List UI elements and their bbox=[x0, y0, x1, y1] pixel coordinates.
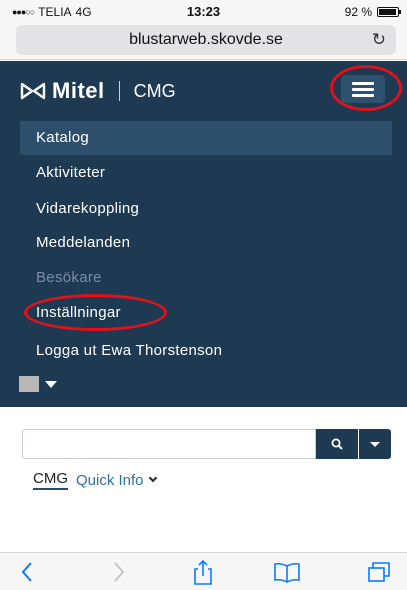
status-bar: ●●●○○ TELIA 4G 13:23 92 % bbox=[0, 0, 407, 22]
hamburger-icon bbox=[352, 82, 374, 85]
search-button[interactable] bbox=[316, 429, 358, 459]
reload-icon[interactable]: ↻ bbox=[372, 30, 386, 50]
nav-item-besokare: Besökare bbox=[36, 269, 102, 286]
flag-icon bbox=[19, 376, 39, 392]
nav-menu: Katalog Aktiviteter Vidarekoppling Medde… bbox=[0, 119, 407, 407]
search-icon bbox=[331, 438, 343, 450]
tabs-icon[interactable] bbox=[366, 559, 392, 585]
nav-item-logout[interactable]: Logga ut Ewa Thorstenson bbox=[20, 334, 392, 368]
mitel-logo: Mitel CMG bbox=[20, 78, 176, 104]
search-input[interactable] bbox=[22, 429, 316, 459]
menu-toggle-button[interactable] bbox=[341, 75, 385, 103]
forward-icon[interactable] bbox=[106, 559, 132, 585]
logo-text: Mitel bbox=[52, 78, 105, 103]
browser-chrome: blustarweb.skovde.se ↻ bbox=[0, 22, 407, 60]
browser-toolbar bbox=[0, 552, 407, 590]
caret-down-icon bbox=[45, 380, 57, 388]
bookmarks-icon[interactable] bbox=[272, 559, 302, 585]
battery-level bbox=[379, 9, 396, 15]
tab-cmg[interactable]: CMG bbox=[33, 470, 68, 490]
logo-divider bbox=[118, 81, 120, 101]
nav-item-meddelanden[interactable]: Meddelanden bbox=[20, 226, 392, 260]
nav-item-vidarekoppling[interactable]: Vidarekoppling bbox=[20, 192, 392, 226]
url-text[interactable]: blustarweb.skovde.se bbox=[16, 31, 396, 49]
nav-item-aktiviteter[interactable]: Aktiviteter bbox=[20, 156, 392, 190]
address-bar[interactable]: blustarweb.skovde.se ↻ bbox=[16, 25, 396, 55]
app-name: CMG bbox=[133, 80, 176, 101]
mitel-logo-icon bbox=[20, 82, 46, 100]
search-options-button[interactable] bbox=[359, 429, 391, 459]
app-header: Mitel CMG bbox=[0, 61, 407, 119]
nav-item-katalog[interactable]: Katalog bbox=[20, 121, 392, 155]
share-icon[interactable] bbox=[190, 559, 216, 585]
nav-item-installningar[interactable]: Inställningar bbox=[20, 296, 392, 330]
view-tabs: CMG Quick Info bbox=[33, 470, 157, 490]
tab-quick-info[interactable]: Quick Info bbox=[76, 472, 144, 489]
chevron-down-icon[interactable] bbox=[148, 473, 157, 483]
battery-icon bbox=[377, 7, 401, 17]
caret-down-icon bbox=[370, 442, 380, 447]
back-icon[interactable] bbox=[14, 559, 40, 585]
language-selector[interactable] bbox=[19, 376, 57, 392]
battery-percent: 92 % bbox=[344, 5, 372, 19]
